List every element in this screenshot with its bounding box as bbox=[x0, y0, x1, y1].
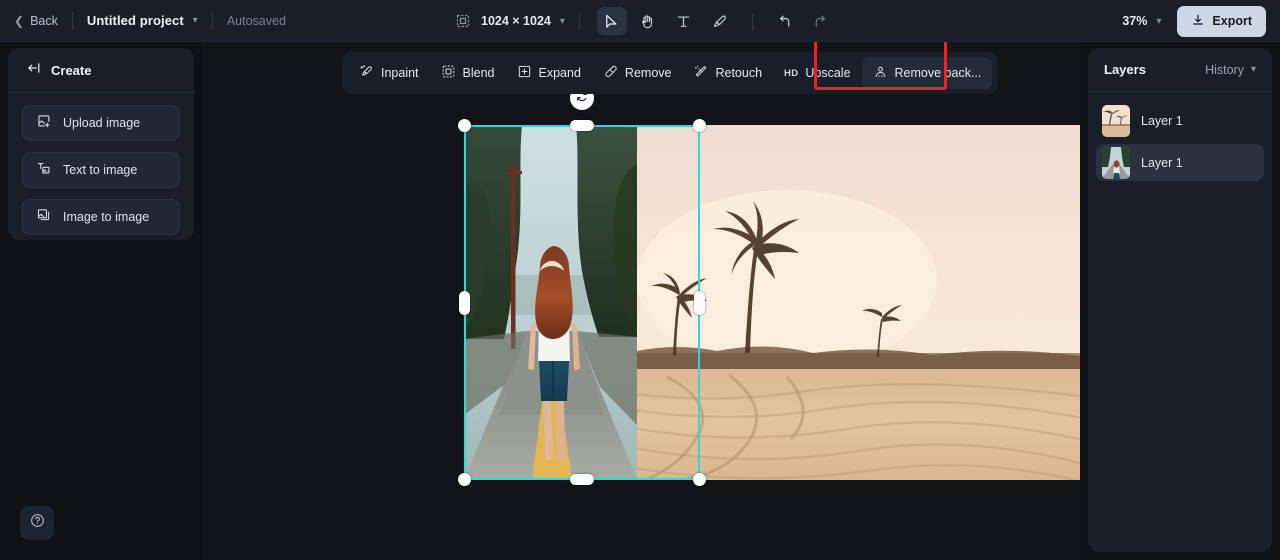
remove-background-button[interactable]: Remove back... bbox=[862, 57, 993, 89]
cursor-arrow-icon bbox=[603, 13, 620, 30]
redo-icon bbox=[812, 13, 829, 30]
image-stack-icon bbox=[36, 207, 52, 228]
blend-button[interactable]: Blend bbox=[430, 57, 506, 89]
autosave-status: Autosaved bbox=[227, 14, 286, 28]
canvas-area[interactable]: Inpaint Blend Expand bbox=[202, 42, 1080, 560]
image-to-image-label: Image to image bbox=[63, 210, 149, 224]
download-icon bbox=[1191, 13, 1205, 30]
retouch-label: Retouch bbox=[715, 66, 762, 80]
question-circle-icon bbox=[29, 512, 46, 534]
help-button[interactable] bbox=[20, 506, 54, 540]
layer-name: Layer 1 bbox=[1141, 114, 1183, 128]
tab-history[interactable]: History ▾ bbox=[1205, 63, 1256, 77]
divider bbox=[72, 12, 73, 29]
canvas-size-icon bbox=[455, 13, 471, 29]
divider bbox=[579, 13, 580, 30]
resize-handle-bottom-left[interactable] bbox=[458, 473, 471, 486]
inpaint-label: Inpaint bbox=[381, 66, 419, 80]
canvas-size-chevron-down-icon[interactable]: ▾ bbox=[560, 16, 565, 27]
create-panel-header: Create bbox=[8, 48, 194, 93]
topbar-center-group: 1024 × 1024 ▾ bbox=[455, 0, 839, 42]
chevron-down-icon: ▾ bbox=[1251, 64, 1256, 75]
divider bbox=[752, 13, 753, 30]
layers-list: Layer 1 Layer 1 bbox=[1088, 92, 1272, 196]
layer-thumbnail-beach bbox=[1102, 105, 1130, 137]
retouch-wand-icon bbox=[693, 64, 708, 82]
topbar-right-group: 37% ▾ Export bbox=[1122, 0, 1266, 42]
remove-label: Remove bbox=[625, 66, 672, 80]
chevron-left-icon: ❮ bbox=[14, 15, 24, 27]
remove-background-label: Remove back... bbox=[895, 66, 982, 80]
text-to-image-label: Text to image bbox=[63, 163, 137, 177]
expand-icon bbox=[517, 64, 532, 82]
resize-handle-middle-left[interactable] bbox=[459, 291, 470, 315]
resize-handle-top-left[interactable] bbox=[458, 119, 471, 132]
resize-handle-top-right[interactable] bbox=[693, 119, 706, 132]
layers-panel-header: Layers History ▾ bbox=[1088, 48, 1272, 92]
blend-label: Blend bbox=[463, 66, 495, 80]
export-label: Export bbox=[1212, 14, 1252, 28]
zoom-level-label[interactable]: 37% bbox=[1122, 14, 1147, 28]
create-panel: Create Upload image bbox=[8, 48, 194, 240]
tab-layers[interactable]: Layers bbox=[1104, 62, 1146, 77]
redo-button[interactable] bbox=[806, 7, 836, 35]
undo-icon bbox=[776, 13, 793, 30]
upscale-label: Upscale bbox=[805, 66, 850, 80]
text-to-image-button[interactable]: Text to image bbox=[22, 152, 180, 188]
export-button[interactable]: Export bbox=[1177, 6, 1266, 37]
layer-road-image[interactable] bbox=[464, 125, 637, 480]
text-icon bbox=[675, 13, 692, 30]
back-button[interactable]: ❮ Back bbox=[14, 14, 58, 28]
canvas-size-label[interactable]: 1024 × 1024 bbox=[481, 14, 551, 28]
undo-button[interactable] bbox=[770, 7, 800, 35]
text-image-icon bbox=[36, 160, 52, 181]
zoom-chevron-down-icon[interactable]: ▾ bbox=[1156, 16, 1161, 27]
retouch-button[interactable]: Retouch bbox=[682, 57, 773, 89]
inpaint-button[interactable]: Inpaint bbox=[348, 57, 430, 89]
create-panel-title: Create bbox=[51, 63, 91, 78]
layer-name: Layer 1 bbox=[1141, 156, 1183, 170]
expand-button[interactable]: Expand bbox=[506, 57, 592, 89]
text-tool-button[interactable] bbox=[669, 7, 699, 35]
resize-handle-bottom-right[interactable] bbox=[693, 473, 706, 486]
brush-tool-button[interactable] bbox=[705, 7, 735, 35]
brush-icon bbox=[711, 13, 728, 30]
image-to-image-button[interactable]: Image to image bbox=[22, 199, 180, 235]
project-menu-chevron-down-icon[interactable]: ▾ bbox=[193, 15, 198, 26]
layers-panel: Layers History ▾ bbox=[1088, 48, 1272, 552]
layer-row[interactable]: Layer 1 bbox=[1096, 144, 1264, 181]
edit-tools-pill: Inpaint Blend Expand bbox=[342, 52, 998, 94]
remove-button[interactable]: Remove bbox=[592, 57, 683, 89]
eraser-icon bbox=[603, 64, 618, 82]
hand-tool-button[interactable] bbox=[633, 7, 663, 35]
hand-icon bbox=[639, 13, 656, 30]
resize-handle-bottom-center[interactable] bbox=[570, 474, 594, 485]
resize-handle-middle-right[interactable] bbox=[694, 291, 705, 315]
hd-icon: HD bbox=[784, 68, 798, 79]
divider bbox=[212, 12, 213, 29]
layer-thumbnail-road bbox=[1102, 147, 1130, 179]
upscale-button[interactable]: HD Upscale bbox=[773, 57, 862, 89]
inpaint-brush-icon bbox=[359, 64, 374, 82]
collapse-left-icon[interactable] bbox=[26, 60, 42, 81]
select-tool-button[interactable] bbox=[597, 7, 627, 35]
image-plus-icon bbox=[36, 113, 52, 134]
blend-icon bbox=[441, 64, 456, 82]
upload-image-button[interactable]: Upload image bbox=[22, 105, 180, 141]
create-panel-body: Upload image Text to image bbox=[8, 93, 194, 235]
expand-label: Expand bbox=[539, 66, 581, 80]
remove-background-icon bbox=[873, 64, 888, 82]
upload-image-label: Upload image bbox=[63, 116, 140, 130]
project-title: Untitled project bbox=[87, 13, 184, 28]
top-toolbar: ❮ Back Untitled project ▾ Autosaved 1024… bbox=[0, 0, 1280, 42]
layer-row[interactable]: Layer 1 bbox=[1096, 102, 1264, 139]
history-label: History bbox=[1205, 63, 1244, 77]
app-root: ❮ Back Untitled project ▾ Autosaved 1024… bbox=[0, 0, 1280, 560]
resize-handle-top-center[interactable] bbox=[570, 120, 594, 131]
topbar-left-group: ❮ Back Untitled project ▾ Autosaved bbox=[0, 0, 286, 41]
back-label: Back bbox=[30, 14, 58, 28]
